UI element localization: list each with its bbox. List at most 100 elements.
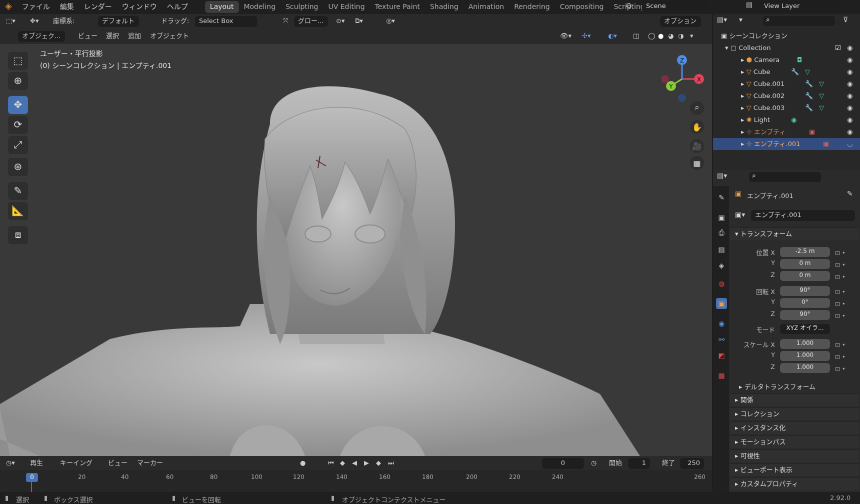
scene-tab-icon[interactable]: ◈ [716, 260, 727, 271]
menu-render[interactable]: レンダー [79, 2, 117, 12]
orientation-dropdown[interactable]: グロー... [294, 16, 328, 27]
lock-icons[interactable]: ⊡ • ⊡ • ⊡ • [835, 248, 845, 284]
coord-dropdown[interactable]: デフォルト [98, 16, 139, 27]
perspective-grid-icon[interactable]: ▦ [690, 156, 704, 170]
physics-tab-icon[interactable]: ◉ [716, 318, 727, 329]
record-button[interactable]: ● [300, 458, 306, 469]
rotation-mode-dropdown[interactable]: XYZ オイラ... [780, 324, 830, 334]
eye-icon[interactable]: ◉ [847, 78, 853, 90]
eye-icon[interactable]: ◉ [847, 54, 853, 66]
outliner-editor-icon[interactable]: ▤▾ [717, 16, 727, 24]
outliner-item-camera[interactable]: ▸ ⬢ Camera ◘ ◉ [713, 54, 860, 66]
eye-icon[interactable]: ◉ [847, 114, 853, 126]
scene-selector[interactable]: Scene [642, 1, 708, 12]
pin-icon[interactable]: ✎ [847, 190, 853, 198]
shading-solid-icon[interactable]: ● [658, 31, 664, 42]
view-layer-tab-icon[interactable]: ▤ [716, 244, 727, 255]
relations-section[interactable]: ▸ 関係 [730, 393, 859, 406]
viewport-display-section[interactable]: ▸ ビューポート表示 [730, 463, 859, 476]
location-x-field[interactable]: -2.5 m [780, 247, 830, 257]
texture-tab-icon[interactable]: ▦ [716, 370, 727, 381]
view-menu[interactable]: ビュー [78, 31, 98, 42]
transform-tool-icon[interactable]: ✥▾ [30, 16, 39, 27]
next-keyframe-button[interactable]: ◆ [376, 458, 381, 469]
keying-menu[interactable]: キーイング [60, 458, 93, 469]
rotation-x-field[interactable]: 90° [780, 286, 830, 296]
location-y-field[interactable]: 0 m [780, 259, 830, 269]
workspace-tab-uv-editing[interactable]: UV Editing [323, 1, 370, 13]
options-dropdown[interactable]: オプション [660, 16, 701, 27]
location-z-field[interactable]: 0 m [780, 271, 830, 281]
motion-paths-section[interactable]: ▸ モーションパス [730, 435, 859, 448]
overlay-toggle-icon[interactable]: ◐▾ [608, 31, 617, 42]
lock-icons[interactable]: ⊡ • ⊡ • ⊡ • [835, 287, 845, 323]
eye-icon[interactable]: ◉ [847, 126, 853, 138]
tool-tab-icon[interactable]: ✎ [716, 192, 727, 203]
props-search-input[interactable]: ⌕ [749, 172, 821, 182]
scale-tool-icon[interactable]: ⤢ [8, 136, 28, 154]
blender-logo-icon[interactable]: ◈ [0, 2, 17, 12]
select-box-tool-icon[interactable]: ⬚ [8, 52, 28, 70]
scale-z-field[interactable]: 1.000 [780, 363, 830, 373]
3d-viewport[interactable]: ユーザー・平行投影 (0) シーンコレクション | エンプティ.001 ⬚ ⊕ … [0, 44, 712, 456]
view-layer-icon[interactable]: ▤ [746, 1, 753, 9]
eye-icon[interactable]: ◉ [847, 66, 853, 78]
outliner-item-cube[interactable]: ▸ ▽ Cube 🔧 ▽ ◉ [713, 66, 860, 78]
visibility-section[interactable]: ▸ 可視性 [730, 449, 859, 462]
cursor-tool-icon[interactable]: ⊕ [8, 72, 28, 90]
workspace-tab-compositing[interactable]: Compositing [555, 1, 609, 13]
object-tab-icon[interactable]: ▣ [716, 298, 727, 309]
timeline-ruler[interactable]: 0 20 40 60 80 100 120 140 160 180 200 22… [0, 470, 712, 492]
shading-material-icon[interactable]: ◕ [668, 31, 674, 42]
output-tab-icon[interactable]: ⎙ [716, 228, 727, 239]
outliner-item-empty[interactable]: ▸ ⊹ エンプティ ▣ ◉ [713, 126, 860, 138]
add-cube-tool-icon[interactable]: ⧈ [8, 226, 28, 244]
outliner-item-cube-002[interactable]: ▸ ▽ Cube.002 🔧 ▽ ◉ [713, 90, 860, 102]
rotation-z-field[interactable]: 90° [780, 310, 830, 320]
playhead-frame[interactable]: 0 [26, 473, 38, 482]
measure-tool-icon[interactable]: 📐 [8, 202, 28, 220]
menu-help[interactable]: ヘルプ [162, 2, 193, 12]
world-tab-icon[interactable]: ◍ [716, 278, 727, 289]
jump-start-button[interactable]: ⏮ [328, 458, 334, 469]
menu-file[interactable]: ファイル [17, 2, 55, 12]
proportional-edit-icon[interactable]: ◎▾ [386, 16, 395, 27]
zoom-icon[interactable]: ⌕ [690, 101, 704, 115]
view-layer-selector[interactable]: View Layer [760, 1, 842, 12]
checkbox-icon[interactable]: ☑ [835, 42, 841, 54]
start-frame-field[interactable]: 1 [628, 458, 650, 469]
move-tool-icon[interactable]: ✥ [8, 96, 28, 114]
gizmo-toggle-icon[interactable]: ✣▾ [582, 31, 591, 42]
jump-end-button[interactable]: ⏭ [388, 458, 394, 469]
rotation-y-field[interactable]: 0° [780, 298, 830, 308]
current-frame-field[interactable]: 0 [542, 458, 584, 469]
workspace-tab-modeling[interactable]: Modeling [239, 1, 281, 13]
rotate-tool-icon[interactable]: ⟳ [8, 116, 28, 134]
timeline-view-menu[interactable]: ビュー [108, 458, 128, 469]
object-menu[interactable]: オブジェクト [150, 31, 189, 42]
snap-icon[interactable]: ⧉▾ [355, 16, 363, 27]
marker-menu[interactable]: マーカー [137, 458, 163, 469]
render-tab-icon[interactable]: ▣ [716, 212, 727, 223]
outliner-item-cube-003[interactable]: ▸ ▽ Cube.003 🔧 ▽ ◉ [713, 102, 860, 114]
props-editor-icon[interactable]: ▤▾ [717, 172, 727, 180]
camera-restrict-icon[interactable]: ◉ [847, 42, 853, 54]
outliner-item-empty-001[interactable]: ▸ ⊹ エンプティ.001 ▣ ◡ [713, 138, 860, 150]
mode-dropdown[interactable]: オブジェク... [18, 31, 65, 42]
outliner-item-light[interactable]: ▸ ✺ Light ◉ ◉ [713, 114, 860, 126]
outliner-filter-icon[interactable]: ▾ [739, 16, 743, 24]
delta-transform-subpanel[interactable]: ▸ デルタトランスフォーム [739, 381, 816, 391]
outliner-item-cube-001[interactable]: ▸ ▽ Cube.001 🔧 ▽ ◉ [713, 78, 860, 90]
workspace-tab-animation[interactable]: Animation [463, 1, 509, 13]
instancing-section[interactable]: ▸ インスタンス化 [730, 421, 859, 434]
transform-section-header[interactable]: ▾ トランスフォーム [730, 227, 859, 240]
clock-icon[interactable]: ◷ [591, 458, 597, 469]
object-name-field[interactable]: エンプティ.001 [751, 210, 855, 221]
shading-rendered-icon[interactable]: ◑ [678, 31, 684, 42]
data-block-icon[interactable]: ▣▾ [735, 211, 745, 219]
shading-wireframe-icon[interactable]: ◯ [648, 31, 655, 42]
eye-icon[interactable]: ◡ [847, 138, 853, 150]
pan-hand-icon[interactable]: ✋ [690, 120, 704, 134]
drag-dropdown[interactable]: Select Box [195, 16, 257, 27]
transform-tool-icon[interactable]: ⊛ [8, 158, 28, 176]
